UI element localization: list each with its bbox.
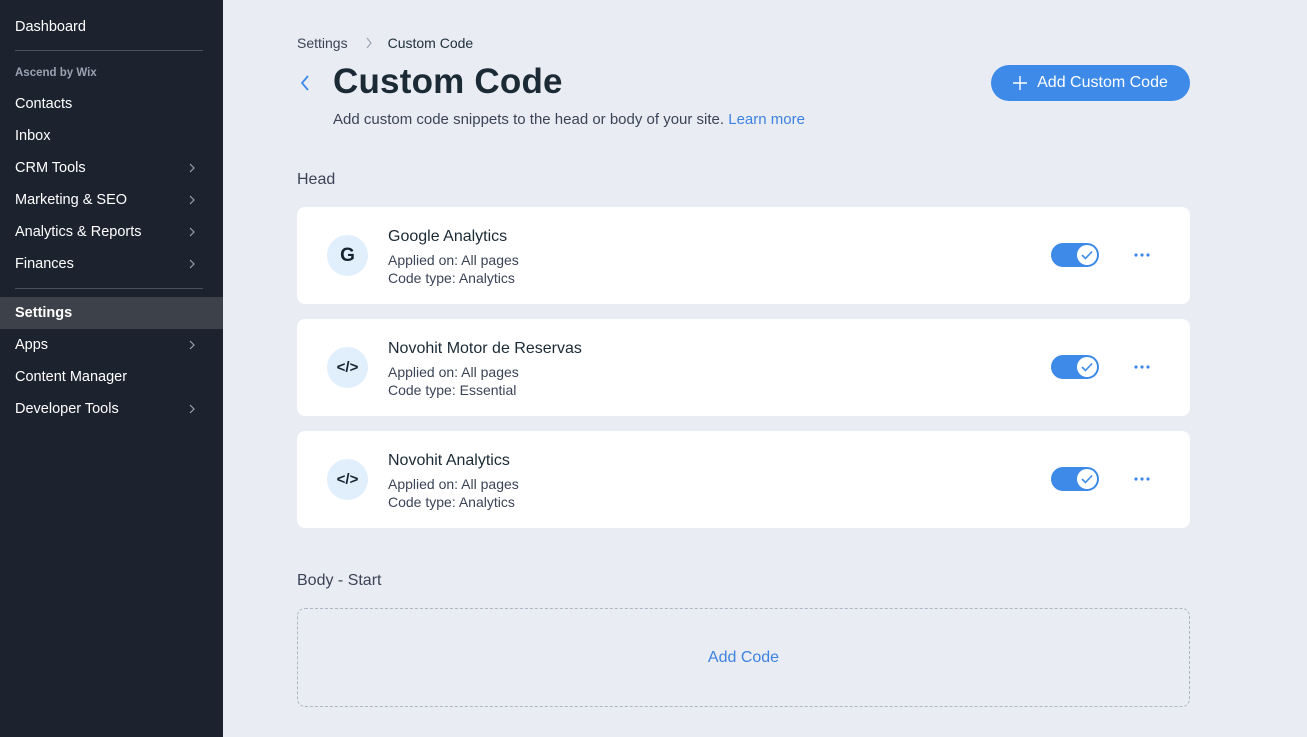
toggle-knob [1077, 245, 1097, 265]
code-icon: </> [327, 459, 368, 500]
chevron-right-icon [189, 195, 195, 205]
snippet-name: Novohit Motor de Reservas [388, 340, 582, 357]
toggle-knob [1077, 469, 1097, 489]
snippet-enabled-toggle[interactable] [1051, 467, 1099, 491]
google-icon: G [327, 235, 368, 276]
snippet-code-type: Code type: Analytics [388, 270, 515, 286]
checkmark-icon [1081, 474, 1093, 484]
sidebar-item-apps[interactable]: Apps [0, 329, 223, 361]
chevron-right-icon [189, 227, 195, 237]
sidebar-divider [15, 288, 203, 289]
sidebar-item-content-manager[interactable]: Content Manager [0, 361, 223, 393]
snippet-applied-on: Applied on: All pages [388, 252, 519, 268]
chevron-right-icon [189, 163, 195, 173]
page-title: Custom Code [333, 62, 563, 101]
main-content: Settings Custom Code Custom Code Add cus… [223, 0, 1307, 737]
checkmark-icon [1081, 362, 1093, 372]
plus-icon [1013, 76, 1028, 90]
breadcrumb-current: Custom Code [387, 35, 474, 51]
more-actions-button[interactable] [1128, 247, 1156, 263]
sidebar-item-settings[interactable]: Settings [0, 297, 223, 329]
back-button[interactable] [297, 72, 313, 94]
sidebar-item-marketing-seo[interactable]: Marketing & SEO [0, 184, 223, 216]
body-start-add-code-dropzone[interactable]: Add Code [297, 608, 1190, 707]
sidebar: Dashboard Ascend by Wix Contacts Inbox C… [0, 0, 223, 737]
snippet-code-type: Code type: Analytics [388, 494, 515, 510]
sidebar-section-label: Ascend by Wix [15, 67, 97, 79]
add-code-link[interactable]: Add Code [708, 649, 779, 667]
snippet-code-type: Code type: Essential [388, 382, 517, 398]
snippet-enabled-toggle[interactable] [1051, 243, 1099, 267]
body-start-section-title: Body - Start [297, 572, 382, 589]
chevron-right-icon [189, 404, 195, 414]
snippet-applied-on: Applied on: All pages [388, 364, 519, 380]
sidebar-item-contacts[interactable]: Contacts [0, 88, 223, 120]
code-icon: </> [327, 347, 368, 388]
code-snippet-card[interactable]: </> Novohit Analytics Applied on: All pa… [297, 431, 1190, 528]
subtitle-text: Add custom code snippets to the head or … [333, 111, 725, 128]
sidebar-item-dashboard[interactable]: Dashboard [0, 11, 223, 43]
chevron-right-icon [366, 37, 372, 49]
snippet-name: Novohit Analytics [388, 452, 510, 469]
more-icon [1134, 253, 1150, 257]
learn-more-link[interactable]: Learn more [728, 111, 805, 128]
add-custom-code-button[interactable]: Add Custom Code [991, 65, 1190, 101]
toggle-knob [1077, 357, 1097, 377]
snippet-enabled-toggle[interactable] [1051, 355, 1099, 379]
chevron-right-icon [189, 259, 195, 269]
code-snippet-card[interactable]: </> Novohit Motor de Reservas Applied on… [297, 319, 1190, 416]
more-icon [1134, 365, 1150, 369]
chevron-right-icon [189, 340, 195, 350]
more-actions-button[interactable] [1128, 359, 1156, 375]
sidebar-item-crm-tools[interactable]: CRM Tools [0, 152, 223, 184]
head-section-title: Head [297, 171, 336, 188]
add-custom-code-label: Add Custom Code [1037, 74, 1168, 91]
breadcrumb: Settings Custom Code [297, 35, 473, 51]
more-icon [1134, 477, 1150, 481]
sidebar-item-finances[interactable]: Finances [0, 248, 223, 280]
more-actions-button[interactable] [1128, 471, 1156, 487]
sidebar-item-analytics-reports[interactable]: Analytics & Reports [0, 216, 223, 248]
sidebar-divider [15, 50, 203, 51]
code-snippet-card[interactable]: G Google Analytics Applied on: All pages… [297, 207, 1190, 304]
chevron-left-icon [300, 75, 309, 91]
checkmark-icon [1081, 250, 1093, 260]
sidebar-item-inbox[interactable]: Inbox [0, 120, 223, 152]
snippet-name: Google Analytics [388, 228, 508, 245]
snippet-applied-on: Applied on: All pages [388, 476, 519, 492]
sidebar-item-developer-tools[interactable]: Developer Tools [0, 393, 223, 425]
page-subtitle: Add custom code snippets to the head or … [333, 111, 805, 128]
breadcrumb-settings-link[interactable]: Settings [297, 35, 348, 51]
